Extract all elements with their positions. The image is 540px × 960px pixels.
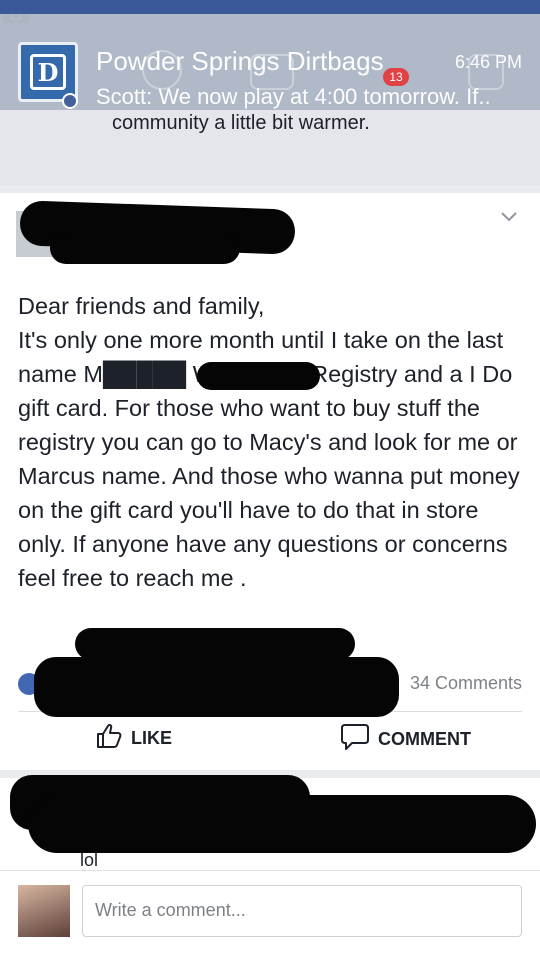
speech-bubble-icon: [340, 723, 370, 756]
comments-count[interactable]: 34 Comments: [410, 673, 522, 694]
facebook-badge-icon: [62, 93, 78, 109]
post-actions: LIKE COMMENT: [0, 723, 540, 763]
ghost-icon-chat: [250, 54, 294, 90]
comment-composer: Write a comment...: [0, 870, 540, 960]
previous-post: community a little bit warmer.: [0, 110, 540, 185]
post-options-chevron-icon[interactable]: [500, 207, 518, 228]
thumbs-up-icon: [95, 723, 123, 754]
redaction-author-meta: [50, 232, 240, 264]
comment-input[interactable]: Write a comment...: [82, 885, 522, 937]
notification-banner[interactable]: D Powder Springs Dirtbags 6:46 PM 13 Sco…: [0, 14, 540, 110]
comment-label: COMMENT: [378, 729, 471, 749]
redaction-tag: [75, 628, 355, 660]
ghost-icon-play: [142, 50, 182, 90]
notification-title: Powder Springs Dirtbags: [96, 46, 384, 76]
like-label: LIKE: [131, 728, 173, 748]
previous-post-text: community a little bit warmer.: [112, 112, 370, 134]
current-user-avatar: [18, 885, 70, 937]
comment-button[interactable]: COMMENT: [340, 723, 471, 756]
redaction-surname: [197, 362, 320, 390]
top-bar: [0, 0, 540, 14]
comment-text: lol: [80, 850, 99, 870]
post-text: Dear friends and family, It's only one m…: [18, 293, 520, 591]
redaction-comment-body: [28, 795, 536, 853]
ghost-icon-list: [468, 54, 504, 90]
redaction-reactors: [34, 657, 399, 717]
like-button[interactable]: LIKE: [95, 723, 172, 754]
